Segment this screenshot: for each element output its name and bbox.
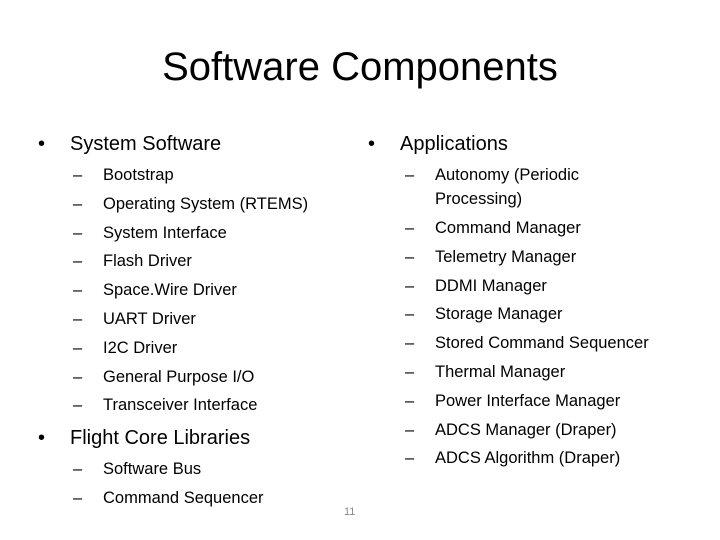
list-item: – ADCS Algorithm (Draper) — [405, 444, 675, 473]
dash-icon: – — [405, 247, 415, 266]
list-item: – Autonomy (Periodic Processing) — [405, 161, 635, 214]
dash-icon: – — [405, 276, 415, 295]
item-label: DDMI Manager — [435, 276, 547, 295]
item-label: Bootstrap — [103, 166, 174, 184]
list-item: – I2C Driver — [73, 334, 308, 363]
dash-icon: – — [73, 166, 83, 184]
list-item: – Transceiver Interface — [73, 391, 308, 420]
dash-icon: – — [73, 194, 83, 213]
dash-icon: – — [73, 488, 83, 507]
list-item: – Storage Manager — [405, 300, 675, 329]
item-label: Telemetry Manager — [435, 247, 577, 266]
dash-icon: – — [405, 391, 415, 410]
list-item: – Power Interface Manager — [405, 387, 675, 416]
dash-icon: – — [73, 309, 83, 328]
dash-icon: – — [73, 460, 83, 478]
bullet-icon: • — [368, 133, 376, 155]
dash-icon: – — [405, 305, 415, 324]
item-label: Autonomy (Periodic Processing) — [435, 166, 579, 208]
bullet-icon: • — [38, 427, 46, 449]
item-label: UART Driver — [103, 309, 196, 328]
bullet-icon: • — [38, 133, 46, 155]
list-item: – Telemetry Manager — [405, 243, 675, 272]
dash-icon: – — [73, 281, 83, 300]
list-item: – Thermal Manager — [405, 358, 675, 387]
dash-icon: – — [405, 420, 415, 439]
section-system-software: • System Software — [38, 131, 221, 157]
slide-title: Software Components — [162, 45, 558, 89]
section-heading: Applications — [400, 133, 508, 155]
section-applications: • Applications — [368, 131, 508, 157]
item-label: Storage Manager — [435, 305, 563, 324]
dash-icon: – — [405, 334, 415, 353]
applications-list: – Autonomy (Periodic Processing) – Command… — [405, 161, 675, 473]
item-label: Command Manager — [435, 219, 581, 237]
list-item: – Command Sequencer — [73, 484, 264, 513]
dash-icon: – — [405, 362, 415, 381]
item-label: Software Bus — [103, 460, 202, 478]
item-label: Operating System (RTEMS) — [103, 194, 309, 213]
dash-icon: – — [73, 367, 83, 386]
item-label: Command Sequencer — [103, 488, 264, 507]
dash-icon: – — [73, 223, 83, 242]
list-item: – DDMI Manager — [405, 272, 675, 301]
list-item: – Command Manager — [405, 214, 675, 243]
list-item: – Software Bus — [73, 455, 264, 484]
list-item: – Space.Wire Driver — [73, 276, 308, 305]
item-label: Power Interface Manager — [435, 391, 621, 410]
list-item: – ADCS Manager (Draper) — [405, 416, 675, 445]
dash-icon: – — [405, 219, 415, 237]
list-item: – Stored Command Sequencer — [405, 329, 675, 358]
dash-icon: – — [73, 396, 83, 415]
list-item: – Bootstrap — [73, 161, 308, 190]
list-item: – Flash Driver — [73, 247, 308, 276]
item-label: Space.Wire Driver — [103, 281, 237, 300]
item-label: Thermal Manager — [435, 362, 566, 381]
dash-icon: – — [405, 449, 415, 468]
dash-icon: – — [405, 166, 415, 184]
item-label: I2C Driver — [103, 338, 178, 357]
item-label: Stored Command Sequencer — [435, 334, 649, 353]
item-label: General Purpose I/O — [103, 367, 255, 386]
section-flight-core-libraries: • Flight Core Libraries — [38, 425, 250, 451]
section-heading: System Software — [70, 133, 222, 155]
page-number: 11 — [344, 506, 356, 518]
list-item: – General Purpose I/O — [73, 363, 308, 392]
flight-core-list: – Software Bus – Command Sequencer — [73, 455, 264, 513]
dash-icon: – — [73, 252, 83, 271]
system-software-list: – Bootstrap – Operating System (RTEMS) – Sy… — [73, 161, 308, 420]
item-label: ADCS Algorithm (Draper) — [435, 449, 621, 468]
list-item: – Operating System (RTEMS) — [73, 190, 308, 219]
item-label: Flash Driver — [103, 252, 192, 271]
item-label: ADCS Manager (Draper) — [435, 420, 617, 439]
dash-icon: – — [73, 338, 83, 357]
item-label: System Interface — [103, 223, 227, 242]
list-item: – UART Driver — [73, 305, 308, 334]
item-label: Transceiver Interface — [103, 396, 258, 415]
section-heading: Flight Core Libraries — [70, 427, 251, 449]
list-item: – System Interface — [73, 219, 308, 248]
